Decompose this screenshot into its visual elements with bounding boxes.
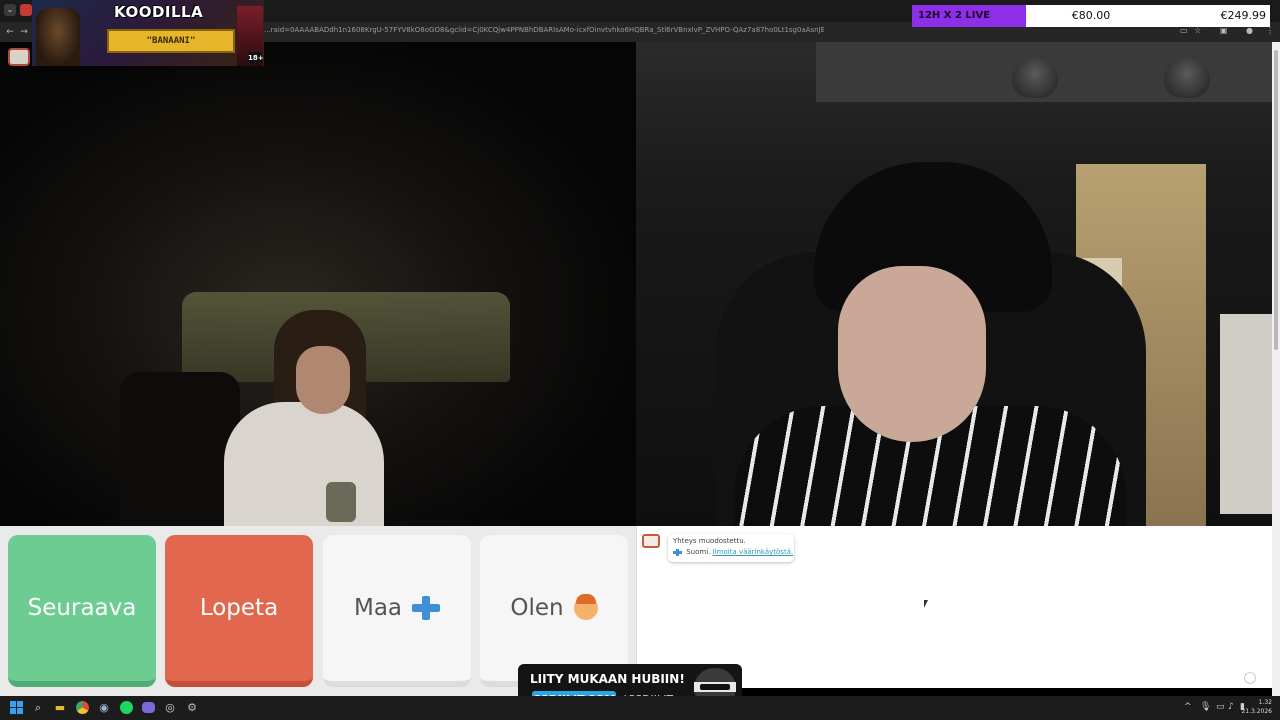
next-button[interactable]: Seuraava: [8, 535, 156, 687]
stop-button[interactable]: Lopeta: [165, 535, 313, 687]
finland-flag-icon: [412, 596, 441, 620]
back-icon[interactable]: ←: [4, 26, 16, 38]
country-select-button[interactable]: Maa: [323, 535, 471, 687]
spotify-icon[interactable]: [118, 700, 134, 716]
obs-icon[interactable]: ◎: [162, 700, 178, 716]
finland-flag-icon: [673, 548, 682, 556]
country-line: Suomi. Ilmoita väärinkäytöstä.: [673, 548, 793, 556]
start-icon[interactable]: [8, 700, 24, 716]
microphone-icon[interactable]: 🎙: [1200, 702, 1211, 712]
donation-goal-amount: €80.00: [1071, 9, 1111, 22]
radiator: [1220, 314, 1272, 514]
star-icon[interactable]: ☆: [1194, 26, 1201, 35]
search-icon[interactable]: ⌕: [30, 700, 46, 716]
ceiling-lamp: [1012, 58, 1058, 98]
character-art: [36, 8, 80, 66]
volume-icon[interactable]: ♪: [1228, 702, 1234, 712]
url-text[interactable]: ...raid=0AAAABADdh1n1608KrgU-57FYV8kO8oG…: [264, 26, 824, 34]
screen: ⌄ ← → ...raid=0AAAABADdh1n1608KrgU-57FYV…: [0, 0, 1280, 720]
tab-search-icon[interactable]: ⌄: [4, 4, 16, 16]
age-rating-badge: 18+: [248, 52, 264, 64]
favicon-icon[interactable]: [20, 4, 32, 16]
install-icon[interactable]: ▭: [1180, 26, 1188, 35]
stop-button-label: Lopeta: [199, 595, 279, 621]
extensions-icon[interactable]: ▣: [1220, 26, 1228, 35]
chrome-icon[interactable]: [74, 700, 90, 716]
mouse-cursor-icon: [924, 600, 928, 608]
clock-date: 21.3.2026: [1241, 708, 1272, 715]
chat-logo-icon: [642, 534, 660, 548]
tray-overflow-icon[interactable]: ^: [1184, 702, 1192, 712]
report-abuse-link[interactable]: Ilmoita väärinkäytöstä.: [713, 548, 794, 556]
country-button-label: Maa: [353, 595, 403, 621]
system-message: Yhteys muodostettu. Suomi. Ilmoita vääri…: [668, 534, 794, 562]
stream-code-banner: KOODILLA "BANAANI": [32, 0, 264, 66]
streamer-person: [720, 162, 1140, 526]
next-button-label: Seuraava: [27, 595, 137, 621]
banner-code: "BANAANI": [107, 29, 235, 53]
scrollbar-thumb[interactable]: [1274, 50, 1278, 350]
donation-total-amount: €249.99: [1220, 9, 1267, 22]
ceiling-lamp: [1164, 58, 1210, 98]
phone: [326, 482, 356, 522]
steam-icon[interactable]: ◉: [96, 700, 112, 716]
file-explorer-icon[interactable]: ▬: [52, 700, 68, 716]
network-icon[interactable]: ▭: [1216, 702, 1225, 712]
settings-icon[interactable]: ⚙: [184, 700, 200, 716]
clock-time: 1.32: [1258, 699, 1272, 706]
connection-status: Yhteys muodostettu.: [673, 537, 746, 545]
country-name: Suomi.: [686, 548, 711, 556]
clock[interactable]: 1.32 21.3.2026: [1241, 698, 1272, 716]
donation-goal-bar: 12H X 2 LIVE €80.00 €249.99: [912, 5, 1270, 27]
site-logo-icon: [8, 48, 30, 66]
stranger-video: [0, 42, 636, 526]
person-emoji-icon: [573, 594, 598, 620]
gender-button-label: Olen: [510, 595, 564, 621]
kebab-menu-icon[interactable]: ⋮: [1266, 26, 1274, 35]
self-video: [636, 42, 1272, 526]
profile-icon[interactable]: ●: [1246, 26, 1253, 35]
promo-title: LIITY MUKAAN HUBIIN!: [530, 672, 685, 686]
stranger-person: [214, 310, 384, 526]
donation-live-label: 12H X 2 LIVE: [912, 5, 1026, 27]
emoji-picker-icon[interactable]: [1244, 672, 1256, 684]
discord-icon[interactable]: [140, 700, 156, 716]
forward-icon[interactable]: →: [18, 26, 30, 38]
banner-title: KOODILLA: [114, 3, 204, 21]
